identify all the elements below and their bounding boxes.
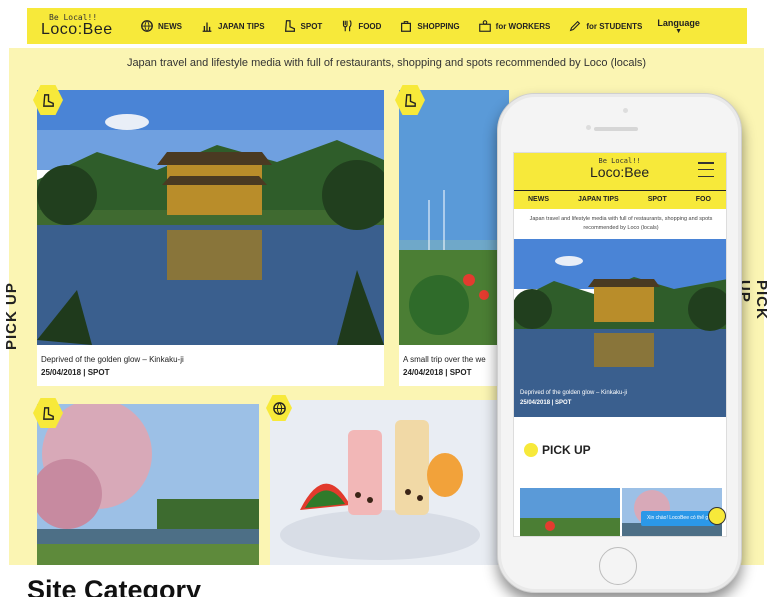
- proximity-sensor: [586, 125, 591, 130]
- article-card[interactable]: Deprived of the golden glow – Kinkaku-ji…: [37, 90, 384, 386]
- bag-icon: [401, 21, 412, 32]
- site-tagline: Japan travel and lifestyle media with fu…: [126, 57, 647, 69]
- coastal-photo: [399, 90, 509, 345]
- mobile-tab-bar: NEWS JAPAN TIPS SPOT FOO: [514, 190, 726, 209]
- tips-icon: [202, 22, 212, 32]
- globe-icon: [272, 401, 286, 415]
- mobile-tab-spot[interactable]: SPOT: [634, 191, 682, 209]
- mobile-tab-japan-tips[interactable]: JAPAN TIPS: [564, 191, 634, 209]
- nav-label: for WORKERS: [495, 21, 551, 31]
- nav-item-workers[interactable]: for WORKERS: [469, 19, 560, 33]
- article-card[interactable]: [37, 404, 259, 565]
- mobile-tab-news[interactable]: NEWS: [514, 191, 564, 209]
- nav-item-news[interactable]: NEWS: [131, 19, 191, 33]
- front-camera: [623, 108, 628, 113]
- boot-icon: [284, 20, 295, 32]
- card-caption: A small trip over the we: [403, 355, 486, 364]
- article-card[interactable]: A small trip over the we 24/04/2018 | SP…: [399, 90, 509, 386]
- globe-icon: [141, 20, 153, 32]
- mobile-screen: Be Local!! Loco:Bee NEWS JAPAN TIPS SPOT…: [513, 152, 727, 537]
- top-nav-bar: Be Local!! Loco:Bee NEWS JAPAN TIPS SPOT…: [27, 8, 747, 44]
- nav-label: for STUDENTS: [586, 21, 643, 31]
- card-meta: 25/04/2018 | SPOT: [41, 368, 110, 377]
- logo-name: Loco:Bee: [41, 21, 113, 38]
- nav-item-food[interactable]: FOOD: [331, 19, 390, 33]
- home-button: [599, 547, 637, 585]
- mobile-hero-meta: 25/04/2018 | SPOT: [520, 400, 572, 406]
- nav-item-japan-tips[interactable]: JAPAN TIPS: [191, 19, 274, 33]
- nav-label: JAPAN TIPS: [218, 21, 265, 31]
- nav-menu: NEWS JAPAN TIPS SPOT FOOD SHOPPING for W…: [131, 19, 651, 33]
- mobile-header: Be Local!! Loco:Bee: [514, 153, 726, 190]
- nav-label: FOOD: [358, 21, 382, 31]
- bee-mascot-icon[interactable]: [708, 507, 726, 525]
- nav-label: NEWS: [158, 21, 182, 31]
- site-logo[interactable]: Be Local!! Loco:Bee: [41, 14, 121, 38]
- boot-icon: [42, 93, 54, 107]
- nav-item-students[interactable]: for STUDENTS: [559, 19, 651, 33]
- cherry-blossom-photo: [37, 404, 259, 565]
- nav-item-spot[interactable]: SPOT: [274, 19, 332, 33]
- card-caption: Deprived of the golden glow – Kinkaku-ji: [41, 355, 184, 364]
- mobile-pickup-thumb-1[interactable]: [520, 488, 620, 537]
- smartphone-mockup: Be Local!! Loco:Bee NEWS JAPAN TIPS SPOT…: [497, 93, 742, 593]
- mobile-tab-food[interactable]: FOO: [682, 191, 726, 209]
- mobile-tagline: Japan travel and lifestyle media with fu…: [529, 216, 713, 231]
- mobile-logo-name: Loco:Bee: [590, 164, 650, 180]
- pencil-icon: [570, 20, 581, 32]
- language-selector[interactable]: Language ▼: [657, 18, 700, 35]
- worker-icon: [478, 20, 491, 32]
- nav-label: SHOPPING: [417, 21, 460, 31]
- bubble-tea-photo: [270, 400, 498, 565]
- article-card[interactable]: [270, 400, 498, 565]
- fork-icon: [343, 20, 352, 32]
- chevron-down-icon: ▼: [675, 27, 683, 35]
- boot-icon: [42, 406, 54, 420]
- mobile-hero-caption: Deprived of the golden glow – Kinkaku-ji: [520, 390, 628, 396]
- kinkakuji-photo: [37, 90, 384, 345]
- nav-label: SPOT: [300, 21, 323, 31]
- language-label: Language: [657, 17, 700, 28]
- nav-item-shopping[interactable]: SHOPPING: [390, 19, 468, 33]
- mobile-pick-up-heading: PICK UP: [524, 443, 591, 457]
- earpiece-speaker: [594, 127, 638, 131]
- mobile-logo[interactable]: Be Local!! Loco:Bee: [590, 158, 650, 180]
- chat-widget-bubble[interactable]: Xin chào! LocoBee có thể gi...: [641, 511, 715, 526]
- pick-up-dot-icon: [524, 443, 538, 457]
- boot-icon: [404, 93, 416, 107]
- section-title: Site Category: [27, 575, 202, 597]
- mobile-pick-up-label: PICK UP: [542, 443, 591, 457]
- hamburger-menu-icon[interactable]: [698, 162, 714, 177]
- card-meta: 24/04/2018 | SPOT: [403, 368, 472, 377]
- pick-up-label-left: PICK UP: [3, 282, 20, 350]
